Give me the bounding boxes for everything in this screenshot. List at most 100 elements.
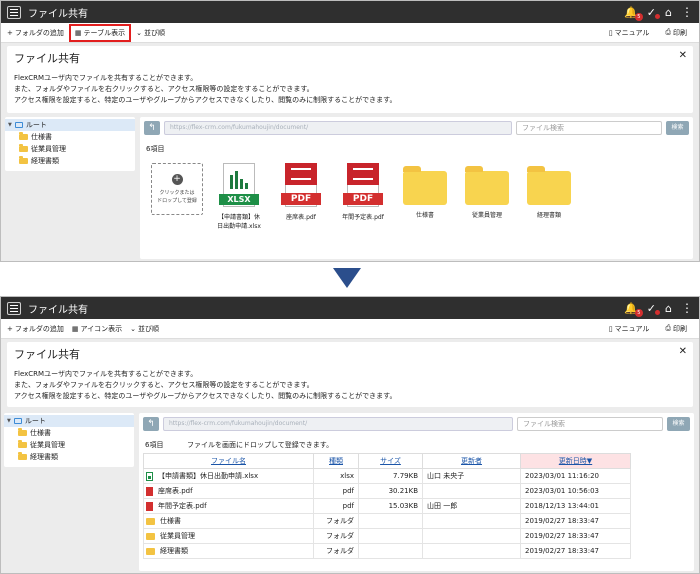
path-bar: ↰ https://flex-crm.com/fukumahoujin/docu… — [143, 417, 690, 431]
table-row[interactable]: 経理書類 フォルダ 2019/02/27 18:33:47 — [143, 543, 631, 559]
cell-size: 7.79KB — [358, 468, 423, 484]
search-button[interactable]: 検索 — [667, 417, 690, 431]
bell-icon[interactable]: 🔔 5 — [624, 6, 643, 21]
folder-tile[interactable]: 経理書類 — [518, 161, 580, 241]
home-icon[interactable]: ⌂ — [665, 302, 672, 315]
manual-button[interactable]: ▯ マニュアル — [606, 322, 653, 336]
folder-icon — [527, 166, 571, 205]
hamburger-icon[interactable] — [7, 301, 21, 315]
file-name: 座席表.pdf — [158, 487, 193, 495]
table-row[interactable]: 座席表.pdf pdf 30.21KB 2023/03/01 10:56:03 — [143, 483, 631, 499]
tree-item[interactable]: 従業員管理 — [5, 143, 135, 155]
kebab-icon[interactable]: ⋮ — [681, 5, 693, 19]
tree-item[interactable]: 経理書類 — [5, 155, 135, 167]
print-button[interactable]: ⎙ 印刷 — [662, 322, 690, 336]
manual-button[interactable]: ▯ マニュアル — [606, 26, 653, 40]
drop-zone[interactable]: + クリックまたは ドロップして登録 — [151, 163, 203, 215]
cell-updater: 山口 未央子 — [422, 468, 521, 484]
column-header-size[interactable]: サイズ — [358, 453, 423, 469]
cell-kind: フォルダ — [313, 528, 359, 544]
file-tile[interactable]: PDF 年間予定表.pdf — [332, 161, 394, 241]
pdf-badge: PDF — [343, 193, 383, 205]
path-field[interactable]: https://flex-crm.com/fukumahoujin/docume… — [164, 121, 512, 135]
cell-name: 仕様書 — [143, 513, 314, 529]
cell-kind: pdf — [313, 483, 359, 499]
hamburger-icon[interactable] — [7, 5, 21, 19]
check-icon[interactable]: ✓ — [647, 302, 661, 315]
tree-item-label: 経理書類 — [31, 157, 59, 165]
cell-name: 【申請書類】休日出勤申請.xlsx — [143, 468, 314, 484]
table-view-button[interactable]: ▦ テーブル表示 — [68, 23, 132, 42]
table-row[interactable]: 仕様書 フォルダ 2019/02/27 18:33:47 — [143, 513, 631, 529]
folder-tile[interactable]: 従業員管理 — [456, 161, 518, 241]
add-folder-button[interactable]: + フォルダの追加 — [4, 26, 67, 40]
sort-button[interactable]: ⌄ 並び順 — [133, 26, 168, 40]
column-header-updated[interactable]: 更新日時▼ — [520, 453, 631, 469]
column-header-kind[interactable]: 種類 — [313, 453, 359, 469]
search-button[interactable]: 検索 — [666, 121, 689, 135]
folder-icon — [19, 132, 28, 140]
cell-updater — [422, 483, 521, 499]
column-header-updater[interactable]: 更新者 — [422, 453, 521, 469]
app-title: ファイル共有 — [28, 8, 88, 20]
print-label: 印刷 — [673, 28, 687, 37]
tree-root[interactable]: ▼ ルート — [5, 119, 135, 131]
cell-name: 経理書類 — [143, 543, 314, 559]
cell-updated: 2019/02/27 18:33:47 — [520, 513, 631, 529]
up-folder-button[interactable]: ↰ — [144, 121, 160, 135]
tree-item[interactable]: 仕様書 — [4, 427, 134, 439]
upload-tile[interactable]: + クリックまたは ドロップして登録 — [146, 161, 208, 241]
file-tile-label: 座席表.pdf — [286, 214, 316, 221]
folder-tile-label: 仕様書 — [415, 212, 434, 219]
path-field[interactable]: https://flex-crm.com/fukumahoujin/docume… — [163, 417, 513, 431]
icon-grid: + クリックまたは ドロップして登録 XLSX 【申請書類】休 日出勤申請.xls… — [146, 161, 580, 241]
column-header-name[interactable]: ファイル名 — [143, 453, 314, 469]
plus-circle-icon: + — [171, 173, 183, 185]
up-folder-button[interactable]: ↰ — [143, 417, 159, 431]
folder-tile[interactable]: 仕様書 — [394, 161, 456, 241]
home-icon[interactable]: ⌂ — [665, 6, 672, 19]
cell-updater — [422, 528, 521, 544]
tree-item[interactable]: 従業員管理 — [4, 439, 134, 451]
table-row[interactable]: 年間予定表.pdf pdf 15.03KB 山田 一郎 2018/12/13 1… — [143, 498, 631, 514]
icon-view-button[interactable]: ▦ アイコン表示 — [69, 322, 125, 336]
cell-size — [358, 528, 423, 544]
down-arrow-icon — [333, 268, 361, 288]
print-label: 印刷 — [673, 324, 687, 333]
file-tile[interactable]: XLSX 【申請書類】休 日出勤申請.xlsx — [208, 161, 270, 241]
title-bar: ファイル共有 🔔 5 ✓ ⌂ ⋮ — [1, 297, 699, 319]
plus-icon: + — [7, 28, 13, 37]
tree-item[interactable]: 経理書類 — [4, 451, 134, 463]
search-input[interactable]: ファイル検索 — [517, 417, 663, 431]
check-icon[interactable]: ✓ — [647, 6, 661, 19]
cell-size: 15.03KB — [358, 498, 423, 514]
kebab-icon[interactable]: ⋮ — [681, 301, 693, 315]
pdf-file-icon: PDF — [343, 163, 383, 209]
search-input[interactable]: ファイル検索 — [516, 121, 662, 135]
add-folder-button[interactable]: + フォルダの追加 — [4, 322, 67, 336]
print-button[interactable]: ⎙ 印刷 — [662, 26, 690, 40]
close-icon[interactable]: ✕ — [679, 50, 687, 61]
info-line-1: FlexCRMユーザ内でファイルを共有することができます。 — [14, 74, 198, 82]
icon-view-panel: ファイル共有 🔔 5 ✓ ⌂ ⋮ + フォルダの追加 ▦ テーブル表示 ⌄ 並び順 ▯ マ… — [0, 0, 700, 262]
root-icon — [14, 122, 23, 128]
bell-icon[interactable]: 🔔 5 — [624, 302, 643, 317]
cell-updater — [422, 543, 521, 559]
book-icon: ▯ — [608, 28, 613, 37]
caret-down-icon[interactable]: ▼ — [8, 122, 12, 128]
title-bar: ファイル共有 🔔 5 ✓ ⌂ ⋮ — [1, 1, 699, 23]
caret-down-icon[interactable]: ▼ — [7, 418, 11, 424]
tree-item[interactable]: 仕様書 — [5, 131, 135, 143]
close-icon[interactable]: ✕ — [679, 346, 687, 357]
cell-name: 年間予定表.pdf — [143, 498, 314, 514]
xlsx-file-icon — [146, 471, 153, 481]
table-row[interactable]: 従業員管理 フォルダ 2019/02/27 18:33:47 — [143, 528, 631, 544]
folder-tree: ▼ ルート 仕様書 従業員管理 経理書類 — [5, 117, 135, 171]
file-tile-label: 【申請書類】休 日出勤申請.xlsx — [217, 214, 261, 230]
app-title: ファイル共有 — [28, 304, 88, 316]
table-row[interactable]: 【申請書類】休日出勤申請.xlsx xlsx 7.79KB 山口 未央子 202… — [143, 468, 631, 484]
tree-root[interactable]: ▼ ルート — [4, 415, 134, 427]
sort-button[interactable]: ⌄ 並び順 — [127, 322, 162, 336]
view-toggle-label: テーブル表示 — [83, 28, 126, 37]
file-tile[interactable]: PDF 座席表.pdf — [270, 161, 332, 241]
